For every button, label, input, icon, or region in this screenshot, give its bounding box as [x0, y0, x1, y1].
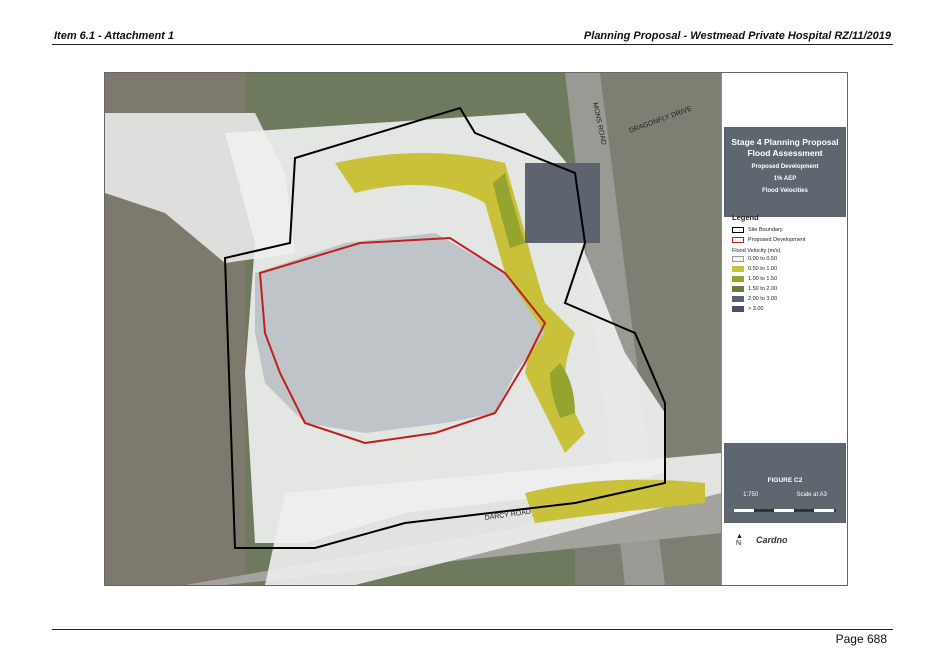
- legend-item-site-boundary: Site Boundary: [732, 225, 842, 235]
- subtitle-line-2: 1% AEP: [773, 176, 797, 182]
- cardno-logo: Cardno: [756, 535, 788, 545]
- flood-figure: DARCY ROAD MONS ROAD DRAGONFLY DRIVE Sta…: [104, 72, 848, 586]
- page-number: Page 688: [835, 632, 887, 646]
- header-left: Item 6.1 - Attachment 1: [54, 30, 175, 42]
- figure-label: FIGURE C2: [767, 477, 803, 484]
- velocity-class-row: > 3.00: [732, 304, 842, 314]
- velocity-label: 1.50 to 2.00: [748, 286, 778, 292]
- velocity-label: 0.50 to 1.00: [748, 266, 778, 272]
- title-box: Stage 4 Planning Proposal Flood Assessme…: [724, 127, 846, 217]
- legend-label: Site Boundary: [748, 227, 783, 233]
- legend-panel: Stage 4 Planning Proposal Flood Assessme…: [721, 73, 847, 585]
- scale-row: 1:750 Scale at A3: [724, 492, 846, 498]
- north-label: N: [736, 540, 742, 547]
- map-title: Stage 4 Planning Proposal Flood Assessme…: [731, 137, 839, 158]
- site-boundary-swatch: [732, 227, 744, 233]
- proposed-development-swatch: [732, 237, 744, 243]
- velocity-class-row: 1.50 to 2.00: [732, 284, 842, 294]
- north-arrow-icon: ▲ N: [736, 533, 743, 547]
- velocity-class-row: 2.00 to 3.00: [732, 294, 842, 304]
- velocity-label: 0.00 to 0.50: [748, 256, 778, 262]
- aerial-map: DARCY ROAD MONS ROAD DRAGONFLY DRIVE: [105, 73, 721, 585]
- scale-ratio: 1:750: [743, 492, 759, 498]
- legend: Legend Site Boundary Proposed Developmen…: [732, 213, 842, 314]
- velocity-swatch: [732, 296, 744, 302]
- header-rule: [52, 44, 893, 45]
- building-ne: [525, 163, 600, 243]
- velocity-class-row: 1.00 to 1.50: [732, 274, 842, 284]
- scale-bar: [734, 509, 836, 512]
- velocity-swatch: [732, 286, 744, 292]
- velocity-swatch: [732, 306, 744, 312]
- velocity-class-row: 0.50 to 1.00: [732, 264, 842, 274]
- velocity-swatch: [732, 266, 744, 272]
- scale-text: Scale at A3: [796, 492, 827, 498]
- subtitle-line-1: Proposed Development: [751, 164, 819, 170]
- velocity-label: > 3.00: [748, 306, 764, 312]
- velocity-label: 2.00 to 3.00: [748, 296, 778, 302]
- footer-rule: [52, 629, 893, 630]
- velocity-label: 1.00 to 1.50: [748, 276, 778, 282]
- legend-title: Legend: [732, 213, 759, 222]
- velocity-swatch: [732, 276, 744, 282]
- subtitle-line-3: Flood Velocities: [762, 188, 808, 194]
- figure-box: FIGURE C2 1:750 Scale at A3: [724, 443, 846, 523]
- velocity-class-row: 0.00 to 0.50: [732, 254, 842, 264]
- legend-label: Proposed Development: [748, 237, 806, 243]
- header-right: Planning Proposal - Westmead Private Hos…: [583, 30, 891, 42]
- legend-item-proposed-development: Proposed Development: [732, 235, 842, 245]
- velocity-swatch: [732, 256, 744, 262]
